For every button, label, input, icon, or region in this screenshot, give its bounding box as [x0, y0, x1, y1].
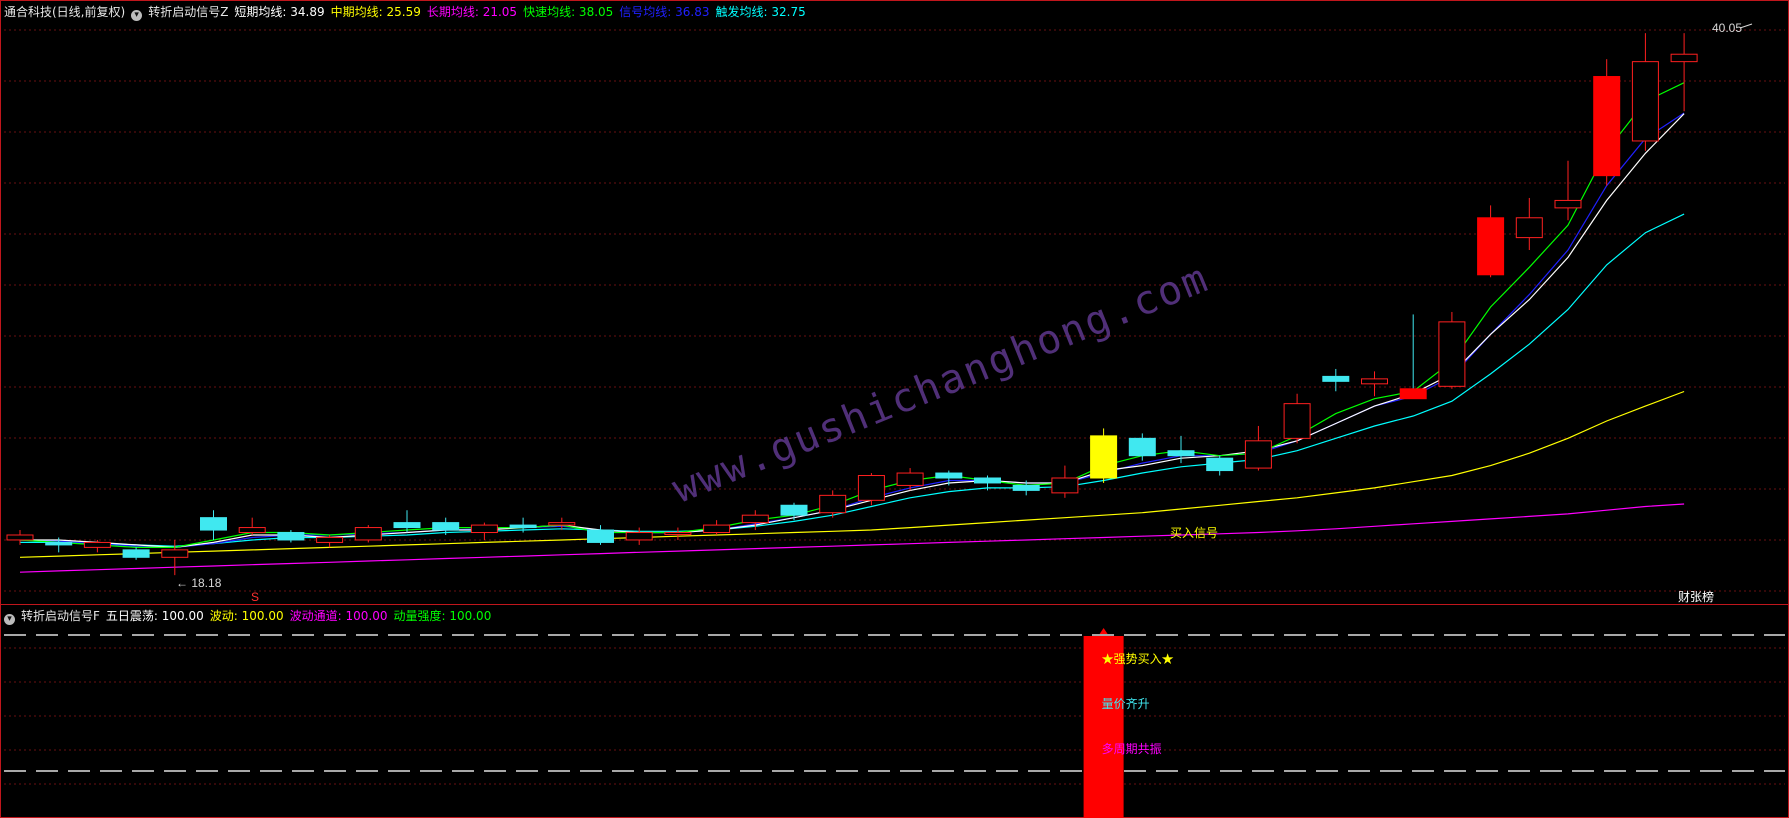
- candle-body: [1012, 484, 1040, 491]
- candle-body: [1244, 440, 1272, 469]
- s-marker-label: S: [251, 590, 259, 604]
- candle-body: [780, 504, 808, 516]
- candle-body: [200, 517, 227, 531]
- high-price-label: 40.05: [1712, 21, 1742, 35]
- ma-line-2: [19, 503, 1685, 573]
- candle-body: [664, 532, 692, 536]
- buy-signal-label: 买入信号: [1170, 526, 1218, 540]
- candle-body: [277, 532, 305, 541]
- ma-line-5: [20, 213, 1685, 547]
- candle-body: [1554, 199, 1582, 209]
- candle-body: [819, 494, 847, 514]
- candle-body: [83, 541, 111, 548]
- candle-body: [974, 477, 1001, 484]
- candle-body: [509, 524, 537, 529]
- candle-body: [1167, 450, 1195, 457]
- candle-body: [935, 472, 963, 479]
- strong-buy-label: ★强势买入★: [1102, 652, 1174, 666]
- candle-body: [161, 549, 189, 558]
- ma-line-0: [20, 113, 1685, 549]
- candle-body: [703, 524, 731, 534]
- candle-body: [393, 522, 421, 529]
- candle-body: [548, 522, 576, 526]
- candle-body: [896, 472, 924, 486]
- candle-body: [587, 529, 614, 543]
- candle-body: [1361, 378, 1388, 385]
- candle-body: [625, 532, 653, 541]
- candle-body: [1438, 321, 1466, 387]
- candle-body: [1631, 61, 1659, 142]
- candle-body: [1399, 388, 1427, 400]
- vol-price-label: 量价齐升: [1102, 696, 1150, 711]
- caizhang-label[interactable]: 财张榜: [1678, 589, 1714, 604]
- candle-body: [432, 522, 460, 531]
- ma-line-4: [19, 112, 1685, 549]
- candle-body: [1051, 477, 1079, 494]
- candle-body: [741, 514, 769, 524]
- candle-body: [1477, 217, 1505, 276]
- candle-body: [1206, 457, 1234, 472]
- candle-body: [238, 527, 266, 534]
- candle-body: [6, 534, 34, 541]
- price-chart[interactable]: 40.05 ← 18.18 买入信号 S 财张榜: [0, 0, 1789, 604]
- candle-body: [122, 549, 150, 558]
- candle-body: [316, 536, 344, 543]
- candle-body: [470, 524, 498, 534]
- candle-body: [1593, 76, 1621, 177]
- multi-cycle-label: 多周期共振: [1102, 742, 1162, 756]
- candle-body: [1283, 403, 1311, 439]
- candle-body: [1670, 53, 1698, 63]
- candle-body: [1515, 217, 1543, 239]
- candle-body: [1322, 375, 1350, 382]
- signal-chart[interactable]: ★强势买入★ 量价齐升多周期共振: [0, 604, 1789, 818]
- signal-arrow-icon: [1099, 628, 1108, 634]
- candle-body: [354, 527, 382, 541]
- candle-body: [1090, 435, 1118, 479]
- low-price-label: ← 18.18: [176, 576, 222, 590]
- candle-body: [45, 541, 73, 546]
- candle-body: [857, 475, 885, 501]
- candle-body: [1128, 437, 1156, 457]
